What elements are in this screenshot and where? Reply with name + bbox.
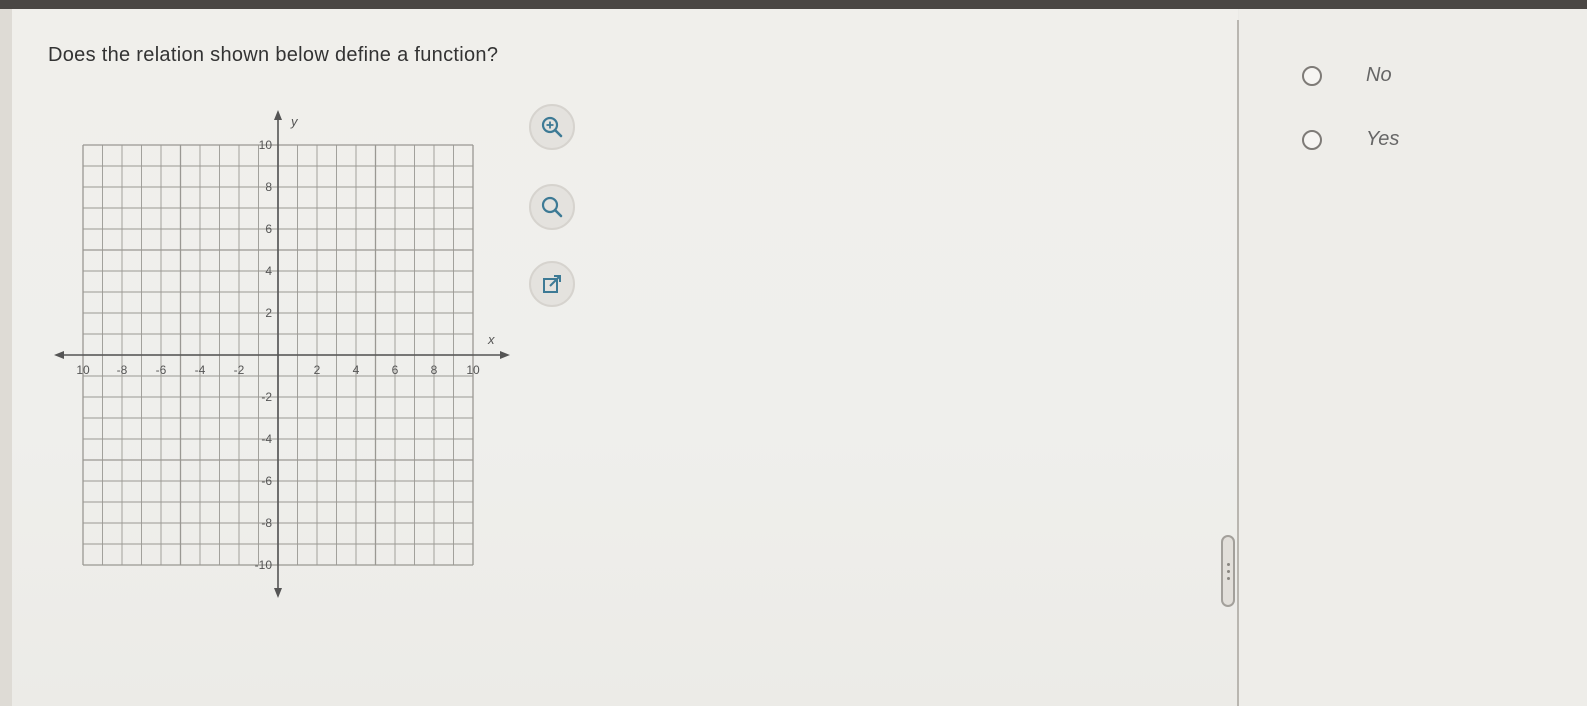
radio-yes[interactable] bbox=[1302, 129, 1322, 150]
y-tick-label: 8 bbox=[265, 180, 272, 194]
handle-dot bbox=[1226, 576, 1230, 580]
panel-resize-handle[interactable] bbox=[1221, 535, 1235, 607]
handle-dot bbox=[1226, 569, 1230, 573]
x-tick-label: 10 bbox=[466, 363, 480, 377]
handle-dot bbox=[1226, 562, 1230, 566]
choice-no-label: No bbox=[1366, 64, 1392, 86]
question-text: Does the relation shown below define a f… bbox=[48, 44, 499, 66]
y-tick-label: 4 bbox=[265, 264, 272, 278]
zoom-in-button[interactable] bbox=[529, 104, 575, 150]
y-tick-label: -4 bbox=[261, 432, 272, 446]
y-tick-label: -8 bbox=[261, 516, 272, 530]
zoom-out-icon bbox=[541, 196, 563, 218]
y-tick-label: 6 bbox=[265, 222, 272, 236]
x-tick-label: 10 bbox=[76, 363, 90, 377]
open-external-button[interactable] bbox=[529, 261, 575, 307]
answer-panel bbox=[1239, 9, 1587, 706]
choice-yes[interactable]: Yes bbox=[1302, 128, 1399, 151]
x-tick-label: 6 bbox=[392, 363, 399, 377]
x-tick-label: -8 bbox=[117, 363, 128, 377]
coordinate-graph: 10 -8 -6 -4 -2 2 4 6 8 10 10 8 6 4 2 -2 -4 -6 -8 -10 x y bbox=[54, 110, 510, 598]
x-tick-label: -4 bbox=[195, 363, 206, 377]
radio-no[interactable] bbox=[1302, 65, 1322, 86]
y-tick-label: 10 bbox=[259, 138, 273, 152]
x-axis-arrow-right bbox=[500, 351, 510, 359]
y-tick-label: -2 bbox=[261, 390, 272, 404]
x-axis-label: x bbox=[487, 332, 495, 347]
y-tick-label: 2 bbox=[265, 306, 272, 320]
y-tick-label: -6 bbox=[261, 474, 272, 488]
x-tick-label: 8 bbox=[431, 363, 438, 377]
x-tick-label: -6 bbox=[156, 363, 167, 377]
x-axis-arrow-left bbox=[54, 351, 64, 359]
open-external-icon bbox=[543, 275, 561, 293]
y-tick-label: -10 bbox=[255, 558, 273, 572]
y-axis-label: y bbox=[290, 114, 299, 129]
choice-yes-label: Yes bbox=[1366, 128, 1400, 150]
zoom-out-button[interactable] bbox=[529, 184, 575, 230]
x-tick-label: 4 bbox=[353, 363, 360, 377]
x-tick-label: -2 bbox=[234, 363, 245, 377]
top-bar bbox=[0, 0, 1587, 9]
choice-no[interactable]: No bbox=[1302, 64, 1392, 87]
left-edge bbox=[0, 9, 12, 706]
y-axis-arrow-down bbox=[274, 588, 282, 598]
x-tick-label: 2 bbox=[314, 363, 321, 377]
y-axis-arrow-up bbox=[274, 110, 282, 120]
zoom-in-icon bbox=[541, 116, 563, 138]
